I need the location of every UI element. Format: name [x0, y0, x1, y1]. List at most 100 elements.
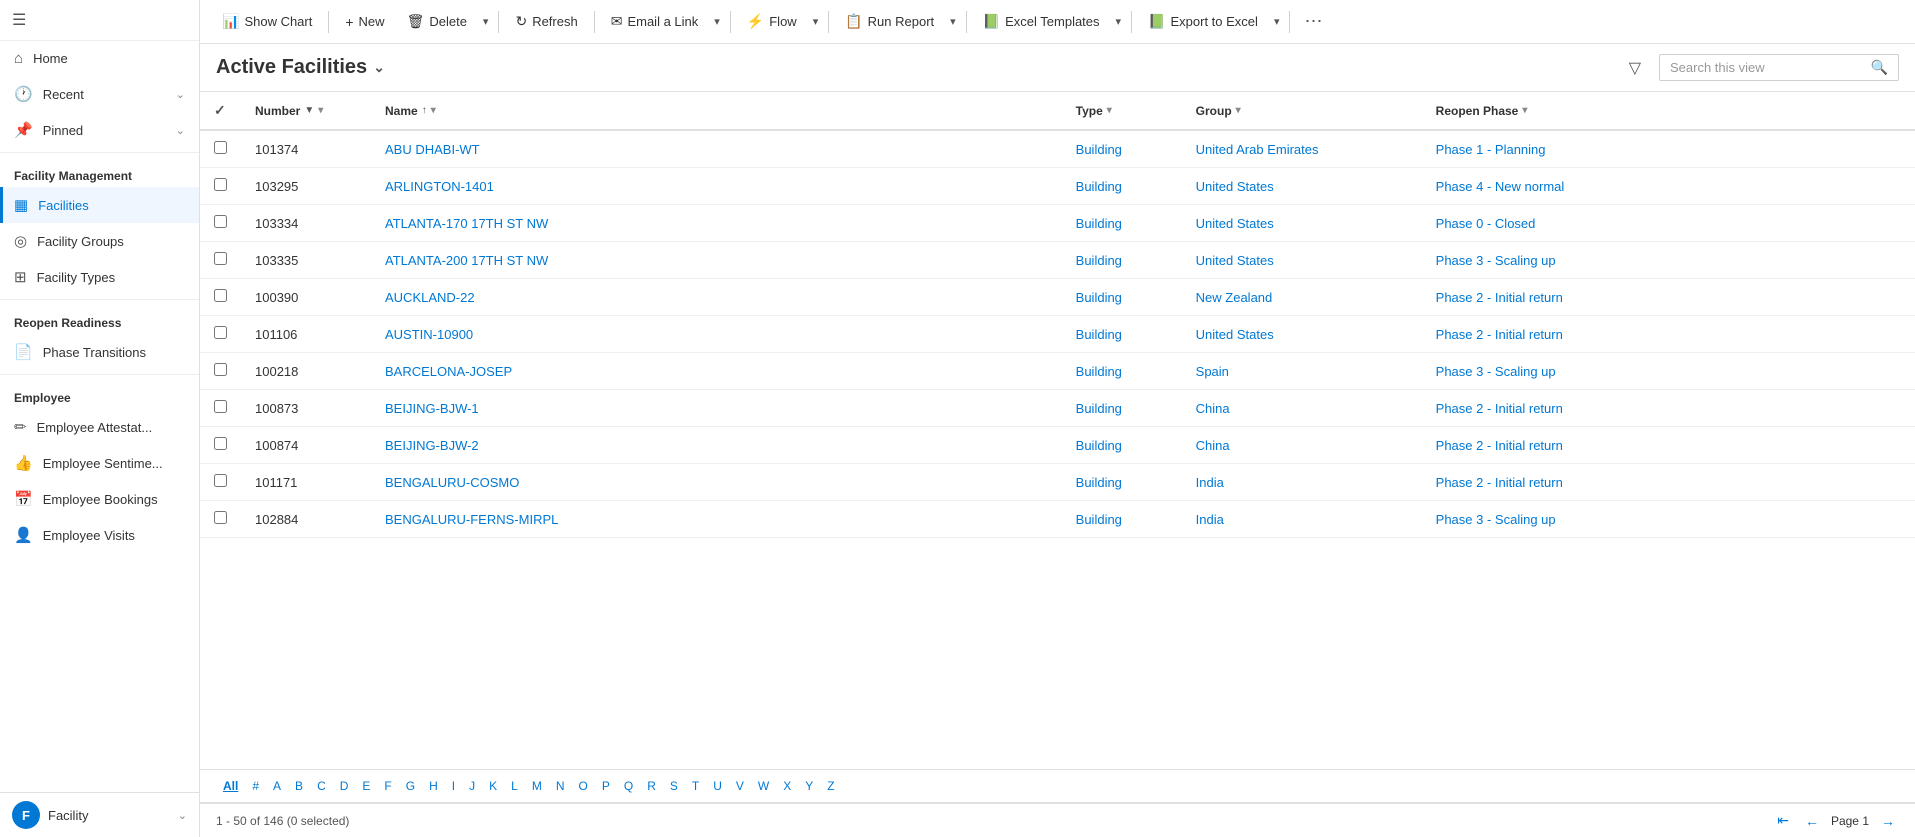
facility-group-link[interactable]: China: [1196, 401, 1230, 416]
alpha-nav-l[interactable]: L: [504, 776, 525, 796]
row-name[interactable]: BEIJING-BJW-2: [371, 427, 1062, 464]
row-reopen-phase[interactable]: Phase 0 - Closed: [1422, 205, 1915, 242]
alpha-nav-b[interactable]: B: [288, 776, 310, 796]
row-group[interactable]: United States: [1182, 242, 1422, 279]
run-report-button[interactable]: 📋 Run Report: [835, 8, 944, 35]
export-excel-button[interactable]: 📗 Export to Excel: [1138, 8, 1268, 35]
row-checkbox-input[interactable]: [214, 141, 227, 154]
facility-reopen-phase-link[interactable]: Phase 0 - Closed: [1436, 216, 1536, 231]
alpha-nav-e[interactable]: E: [355, 776, 377, 796]
facility-type-link[interactable]: Building: [1076, 364, 1122, 379]
facility-name-link[interactable]: BEIJING-BJW-1: [385, 401, 479, 416]
alpha-nav-y[interactable]: Y: [798, 776, 820, 796]
row-name[interactable]: BARCELONA-JOSEP: [371, 353, 1062, 390]
row-group[interactable]: United Arab Emirates: [1182, 130, 1422, 168]
table-row[interactable]: 103334 ATLANTA-170 17TH ST NW Building U…: [200, 205, 1915, 242]
facility-name-link[interactable]: ABU DHABI-WT: [385, 142, 480, 157]
row-reopen-phase[interactable]: Phase 2 - Initial return: [1422, 390, 1915, 427]
row-reopen-phase[interactable]: Phase 2 - Initial return: [1422, 464, 1915, 501]
row-checkbox[interactable]: [200, 353, 241, 390]
row-group[interactable]: China: [1182, 390, 1422, 427]
alpha-nav-d[interactable]: D: [333, 776, 356, 796]
alpha-nav-x[interactable]: X: [776, 776, 798, 796]
sidebar-item-recent[interactable]: 🕐 Recent ⌄: [0, 76, 199, 112]
row-type[interactable]: Building: [1062, 130, 1182, 168]
view-title-chevron-icon[interactable]: ⌄: [373, 59, 385, 76]
row-name[interactable]: BEIJING-BJW-1: [371, 390, 1062, 427]
alpha-nav-s[interactable]: S: [663, 776, 685, 796]
filter-icon[interactable]: ▽: [1629, 58, 1641, 78]
row-group[interactable]: United States: [1182, 316, 1422, 353]
table-row[interactable]: 100218 BARCELONA-JOSEP Building Spain Ph…: [200, 353, 1915, 390]
row-checkbox-input[interactable]: [214, 474, 227, 487]
table-row[interactable]: 101171 BENGALURU-COSMO Building India Ph…: [200, 464, 1915, 501]
facility-name-link[interactable]: BARCELONA-JOSEP: [385, 364, 512, 379]
alpha-nav-j[interactable]: J: [462, 776, 482, 796]
table-row[interactable]: 100390 AUCKLAND-22 Building New Zealand …: [200, 279, 1915, 316]
sidebar-item-home[interactable]: ⌂ Home: [0, 41, 199, 76]
row-checkbox-input[interactable]: [214, 289, 227, 302]
next-page-button[interactable]: →: [1877, 811, 1899, 831]
table-row[interactable]: 101374 ABU DHABI-WT Building United Arab…: [200, 130, 1915, 168]
show-chart-button[interactable]: 📊 Show Chart: [212, 8, 322, 35]
facility-type-link[interactable]: Building: [1076, 253, 1122, 268]
row-checkbox-input[interactable]: [214, 400, 227, 413]
new-button[interactable]: + New: [335, 9, 394, 35]
row-checkbox-input[interactable]: [214, 178, 227, 191]
row-type[interactable]: Building: [1062, 353, 1182, 390]
row-name[interactable]: AUSTIN-10900: [371, 316, 1062, 353]
facility-group-link[interactable]: United Arab Emirates: [1196, 142, 1319, 157]
more-options-button[interactable]: ⋯: [1296, 7, 1330, 36]
row-checkbox-input[interactable]: [214, 363, 227, 376]
row-checkbox-input[interactable]: [214, 437, 227, 450]
row-type[interactable]: Building: [1062, 316, 1182, 353]
sidebar-item-facilities[interactable]: ▦ Facilities: [0, 187, 199, 223]
alpha-nav-r[interactable]: R: [640, 776, 663, 796]
search-input[interactable]: [1670, 60, 1865, 75]
facility-group-link[interactable]: United States: [1196, 179, 1274, 194]
row-group[interactable]: Spain: [1182, 353, 1422, 390]
row-checkbox[interactable]: [200, 242, 241, 279]
th-group[interactable]: Group ▾: [1182, 92, 1422, 130]
sidebar-item-phase-transitions[interactable]: 📄 Phase Transitions: [0, 334, 199, 370]
th-check[interactable]: ✓: [200, 92, 241, 130]
alpha-nav-#[interactable]: #: [245, 776, 266, 796]
facility-name-link[interactable]: ATLANTA-200 17TH ST NW: [385, 253, 548, 268]
facility-group-link[interactable]: China: [1196, 438, 1230, 453]
row-checkbox-input[interactable]: [214, 252, 227, 265]
alpha-nav-p[interactable]: P: [595, 776, 617, 796]
row-checkbox[interactable]: [200, 464, 241, 501]
excel-templates-chevron[interactable]: ▾: [1112, 10, 1126, 33]
row-checkbox-input[interactable]: [214, 215, 227, 228]
alpha-nav-g[interactable]: G: [399, 776, 422, 796]
row-type[interactable]: Building: [1062, 168, 1182, 205]
delete-chevron[interactable]: ▾: [479, 10, 493, 33]
facility-reopen-phase-link[interactable]: Phase 3 - Scaling up: [1436, 512, 1556, 527]
sidebar-item-pinned[interactable]: 📌 Pinned ⌄: [0, 112, 199, 148]
row-reopen-phase[interactable]: Phase 3 - Scaling up: [1422, 353, 1915, 390]
alpha-nav-n[interactable]: N: [549, 776, 572, 796]
row-checkbox[interactable]: [200, 390, 241, 427]
row-reopen-phase[interactable]: Phase 3 - Scaling up: [1422, 501, 1915, 538]
row-group[interactable]: China: [1182, 427, 1422, 464]
facility-reopen-phase-link[interactable]: Phase 3 - Scaling up: [1436, 364, 1556, 379]
flow-button[interactable]: ⚡ Flow: [737, 8, 807, 35]
row-reopen-phase[interactable]: Phase 3 - Scaling up: [1422, 242, 1915, 279]
facility-reopen-phase-link[interactable]: Phase 4 - New normal: [1436, 179, 1565, 194]
row-name[interactable]: BENGALURU-COSMO: [371, 464, 1062, 501]
facility-name-link[interactable]: AUCKLAND-22: [385, 290, 475, 305]
facility-type-link[interactable]: Building: [1076, 327, 1122, 342]
alpha-nav-k[interactable]: K: [482, 776, 504, 796]
facility-group-link[interactable]: United States: [1196, 327, 1274, 342]
email-link-button[interactable]: ✉ Email a Link: [601, 8, 709, 35]
facility-name-link[interactable]: BEIJING-BJW-2: [385, 438, 479, 453]
search-icon[interactable]: 🔍: [1871, 59, 1888, 76]
alpha-nav-a[interactable]: A: [266, 776, 288, 796]
row-type[interactable]: Building: [1062, 464, 1182, 501]
row-checkbox-input[interactable]: [214, 511, 227, 524]
table-row[interactable]: 102884 BENGALURU-FERNS-MIRPL Building In…: [200, 501, 1915, 538]
alpha-nav-v[interactable]: V: [729, 776, 751, 796]
facility-reopen-phase-link[interactable]: Phase 1 - Planning: [1436, 142, 1546, 157]
th-name[interactable]: Name ↑ ▾: [371, 92, 1062, 130]
facility-reopen-phase-link[interactable]: Phase 2 - Initial return: [1436, 327, 1563, 342]
